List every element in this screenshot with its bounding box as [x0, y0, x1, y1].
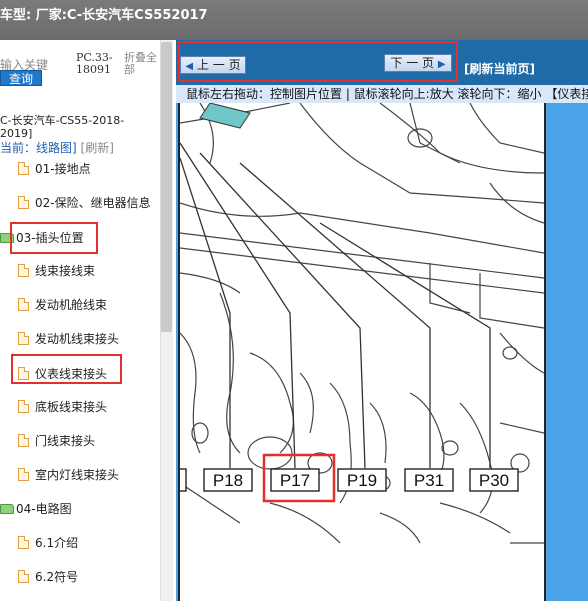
tree-item-label: 02-保险、继电器信息	[35, 196, 151, 210]
highlight-instrument-harness	[11, 354, 122, 384]
document-icon	[18, 400, 29, 413]
document-icon	[18, 196, 29, 209]
tree-item-label: 发动机线束接头	[35, 332, 120, 346]
tree-item-door-harness-connector[interactable]: 门线束接头	[18, 431, 95, 451]
search-button[interactable]: 查询	[0, 70, 42, 86]
document-icon	[18, 570, 29, 583]
folder-open-icon	[0, 504, 14, 514]
tree-item-label: 底板线束接头	[35, 400, 108, 414]
highlight-connector-location	[10, 222, 98, 254]
tree-item-engine-harness-connector[interactable]: 发动机线束接头	[18, 329, 119, 349]
tree-item-label: 6.1介绍	[35, 536, 79, 550]
tree-item-label: 01-接地点	[35, 162, 91, 176]
document-icon	[18, 298, 29, 311]
document-code: PC.33- 18091	[76, 52, 116, 76]
collapse-all-link[interactable]: 折叠全 部	[124, 52, 160, 76]
refresh-tree-link[interactable]: [刷新]	[81, 141, 114, 155]
current-location: 当前：线路图] [刷新]	[0, 139, 114, 156]
tree-item-introduction[interactable]: 6.1介绍	[18, 533, 78, 553]
label-p30: P30	[479, 471, 509, 490]
tree-item-label: 门线束接头	[35, 434, 96, 448]
title-bar: 车型: 厂家:C-长安汽车CS552017	[0, 0, 588, 40]
tree-item-label: 04-电路图	[16, 502, 72, 516]
label-p18: P18	[213, 471, 243, 490]
tree-item-floor-harness-connector[interactable]: 底板线束接头	[18, 397, 107, 417]
label-p19: P19	[347, 471, 377, 490]
viewer-background	[548, 103, 588, 601]
connector-location-drawing: P18 P17 P19 P31 P30	[180, 103, 544, 544]
label-p31: P31	[414, 471, 444, 490]
vehicle-title: 车型: 厂家:C-长安汽车CS552017	[0, 8, 208, 23]
current-label: 当前：线路图]	[0, 141, 77, 155]
usage-hint: 鼠标左右拖动：控制图片位置 | 鼠标滚轮向上:放大 滚轮向下：缩小 【仪表接	[176, 85, 588, 103]
fold-line-2: 部	[124, 63, 135, 76]
tree-item-wiring-diagram[interactable]: 04-电路图	[0, 499, 72, 519]
tree-item-label: 发动机舱线束	[35, 298, 108, 312]
refresh-page-link[interactable]: [刷新当前页]	[464, 60, 535, 77]
document-icon	[18, 536, 29, 549]
label-p17: P17	[280, 471, 310, 490]
tree-item-label: 6.2符号	[35, 570, 79, 584]
tree-item-fuse-relay[interactable]: 02-保险、继电器信息	[18, 193, 151, 213]
tree-item-symbols[interactable]: 6.2符号	[18, 567, 78, 587]
sidebar-scroll-thumb[interactable]	[161, 42, 172, 332]
model-name: C-长安汽车-CS55-2018-2019]	[0, 114, 125, 140]
tree-item-label: 室内灯线束接头	[35, 468, 120, 482]
document-icon	[18, 468, 29, 481]
document-icon	[18, 434, 29, 447]
code-line-2: 18091	[76, 63, 111, 76]
document-icon	[18, 264, 29, 277]
document-icon	[18, 162, 29, 175]
tree-item-dome-light-harness-connector[interactable]: 室内灯线束接头	[18, 465, 119, 485]
highlight-page-nav	[178, 41, 458, 82]
tree-item-ground[interactable]: 01-接地点	[18, 159, 91, 179]
tree-item-label: 线束接线束	[35, 264, 96, 278]
tree-item-engine-bay-harness[interactable]: 发动机舱线束	[18, 295, 107, 315]
diagram-viewport[interactable]: P18 P17 P19 P31 P30	[176, 103, 588, 601]
document-icon	[18, 332, 29, 345]
tree-item-harness-to-harness[interactable]: 线束接线束	[18, 261, 95, 281]
diagram-image[interactable]: P18 P17 P19 P31 P30	[178, 103, 546, 601]
